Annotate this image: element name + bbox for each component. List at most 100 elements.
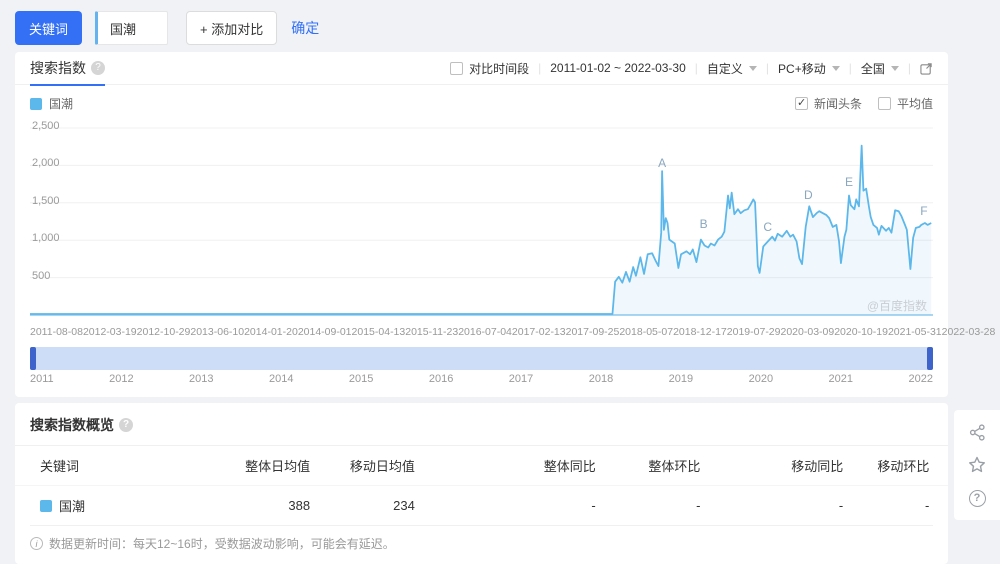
date-range-value: 2011-01-02 ~ 2022-03-30	[550, 61, 686, 75]
keyword-cell: 国潮	[40, 496, 224, 515]
favorite-star-icon[interactable]	[967, 455, 987, 475]
legend-row: 国潮 新闻头条 平均值	[15, 85, 948, 114]
slider-year-label: 2012	[109, 373, 134, 385]
help-circle-icon[interactable]	[967, 488, 987, 508]
x-axis-tick: 2020-03-09	[780, 326, 835, 338]
col-mobile-yoy: 移动同比	[700, 446, 844, 486]
mobile-daily-avg-value: 234	[393, 498, 415, 513]
event-marker-d[interactable]: D	[804, 188, 813, 202]
trend-chart-canvas	[30, 127, 933, 316]
help-icon[interactable]	[119, 418, 133, 432]
x-axis-tick: 2015-11-23	[405, 326, 459, 338]
col-overall-daily-avg: 整体日均值	[224, 446, 311, 486]
y-axis-tick: 2,000	[32, 157, 60, 170]
y-axis-tick: 1,500	[32, 194, 60, 207]
event-marker-b[interactable]: B	[700, 217, 708, 231]
compare-period-checkbox[interactable]	[450, 61, 464, 75]
confirm-link[interactable]: 确定	[291, 18, 319, 38]
x-axis-tick: 2017-02-13	[511, 326, 566, 338]
slider-handle-right[interactable]	[927, 347, 933, 370]
x-axis-tick: 2013-06-10	[190, 326, 245, 338]
x-axis-tick: 2020-10-19	[834, 326, 888, 338]
keyword-toolbar: 关键词 国潮 + 添加对比 确定	[0, 0, 1000, 46]
compare-period-option[interactable]: 对比时间段	[450, 60, 529, 77]
slider-year-label: 2015	[348, 373, 374, 385]
slider-year-label: 2020	[748, 373, 774, 385]
slider-year-label: 2016	[428, 373, 454, 385]
series-legend-label: 国潮	[49, 97, 74, 111]
series-color-swatch	[40, 499, 52, 512]
slider-year-label: 2021	[828, 373, 854, 385]
x-axis-tick: 2011-08-08	[30, 326, 83, 338]
external-link-icon[interactable]	[920, 62, 933, 75]
data-update-note: 数据更新时间：每天12~16时，受数据波动影响，可能会有延迟。	[30, 525, 933, 562]
event-marker-e[interactable]: E	[845, 175, 853, 189]
chart-controls: 对比时间段 | 2011-01-02 ~ 2022-03-30 | 自定义 | …	[450, 60, 933, 77]
table-row: 国潮 388 234 - - - -	[15, 486, 948, 526]
tab-label: 搜索指数	[30, 60, 86, 76]
overview-title: 搜索指数概览	[30, 417, 114, 433]
x-axis-tick: 2019-07-29	[726, 326, 781, 338]
help-icon[interactable]	[91, 61, 105, 75]
time-range-slider[interactable]	[30, 347, 933, 370]
overall-daily-avg-value: 388	[288, 498, 311, 513]
keyword-name: 国潮	[59, 499, 86, 514]
event-marker-a[interactable]: A	[658, 156, 666, 170]
x-axis-tick: 2021-05-31	[887, 326, 942, 338]
overview-table: 关键词 整体日均值 移动日均值 整体同比 整体环比 移动同比 移动环比 国潮 3…	[15, 446, 948, 525]
date-range-control[interactable]: 2011-01-02 ~ 2022-03-30	[550, 61, 686, 75]
table-header-row: 关键词 整体日均值 移动日均值 整体同比 整体环比 移动同比 移动环比	[15, 446, 948, 486]
col-overall-mom: 整体环比	[595, 446, 701, 486]
region-dropdown[interactable]: 全国	[861, 60, 899, 77]
x-axis-tick: 2016-07-04	[458, 326, 512, 338]
slider-year-label: 2017	[508, 373, 534, 385]
trend-chart[interactable]: @百度指数 2,500 2,000 1,500 1,000 500 A B C D E F	[30, 114, 933, 324]
slider-handle-left[interactable]	[30, 347, 36, 370]
overlay-options: 新闻头条 平均值	[794, 95, 933, 112]
side-action-rail	[954, 410, 1000, 520]
keyword-input[interactable]: 国潮	[95, 11, 169, 45]
news-headlines-label: 新闻头条	[813, 97, 862, 111]
slider-year-label: 2013	[189, 373, 214, 385]
slider-year-label: 2011	[30, 373, 54, 385]
x-axis-tick: 2015-04-13	[351, 326, 406, 338]
col-mobile-daily-avg: 移动日均值	[310, 446, 415, 486]
device-dropdown[interactable]: PC+移动	[778, 60, 840, 77]
slider-year-label: 2022	[908, 373, 933, 385]
x-axis-tick: 2017-09-25	[565, 326, 620, 338]
news-headlines-option[interactable]: 新闻头条	[794, 95, 862, 112]
average-option[interactable]: 平均值	[877, 95, 933, 112]
col-overall-yoy: 整体同比	[414, 446, 596, 486]
mobile-mom-value: -	[925, 498, 930, 513]
slider-year-label: 2018	[588, 373, 614, 385]
watermark: @百度指数	[866, 299, 927, 313]
average-label: 平均值	[896, 97, 933, 111]
share-icon[interactable]	[967, 422, 987, 442]
device-label: PC+移动	[778, 61, 826, 76]
tab-search-index[interactable]: 搜索指数	[30, 52, 105, 86]
mobile-yoy-value: -	[838, 498, 844, 513]
event-marker-f[interactable]: F	[920, 204, 927, 218]
add-compare-button[interactable]: + 添加对比	[186, 11, 278, 45]
search-index-card: 搜索指数 对比时间段 | 2011-01-02 ~ 2022-03-30 | 自…	[15, 52, 995, 397]
x-axis-tick: 2012-03-19	[82, 326, 137, 338]
overall-yoy-value: -	[591, 498, 596, 513]
slider-year-label: 2019	[668, 373, 694, 385]
series-color-swatch	[30, 97, 42, 110]
x-axis-tick: 2022-03-28	[941, 326, 996, 338]
news-headlines-checkbox[interactable]	[794, 96, 808, 110]
y-axis-tick: 1,000	[32, 232, 60, 245]
x-axis-labels: 2011-08-08 2012-03-19 2012-10-29 2013-06-10…	[30, 326, 995, 338]
chevron-down-icon	[890, 65, 899, 71]
note-text: 数据更新时间：每天12~16时，受数据波动影响，可能会有延迟。	[49, 537, 395, 551]
event-marker-c[interactable]: C	[763, 220, 772, 234]
overview-title-row: 搜索指数概览	[15, 403, 948, 446]
active-tab-underline	[30, 83, 105, 86]
x-axis-tick: 2018-12-17	[673, 326, 727, 338]
custom-range-dropdown[interactable]: 自定义	[707, 60, 757, 77]
overall-mom-value: -	[696, 498, 701, 513]
custom-range-label: 自定义	[706, 61, 743, 76]
keyword-button[interactable]: 关键词	[15, 11, 83, 45]
compare-period-label: 对比时间段	[469, 61, 530, 76]
average-checkbox[interactable]	[877, 97, 891, 110]
